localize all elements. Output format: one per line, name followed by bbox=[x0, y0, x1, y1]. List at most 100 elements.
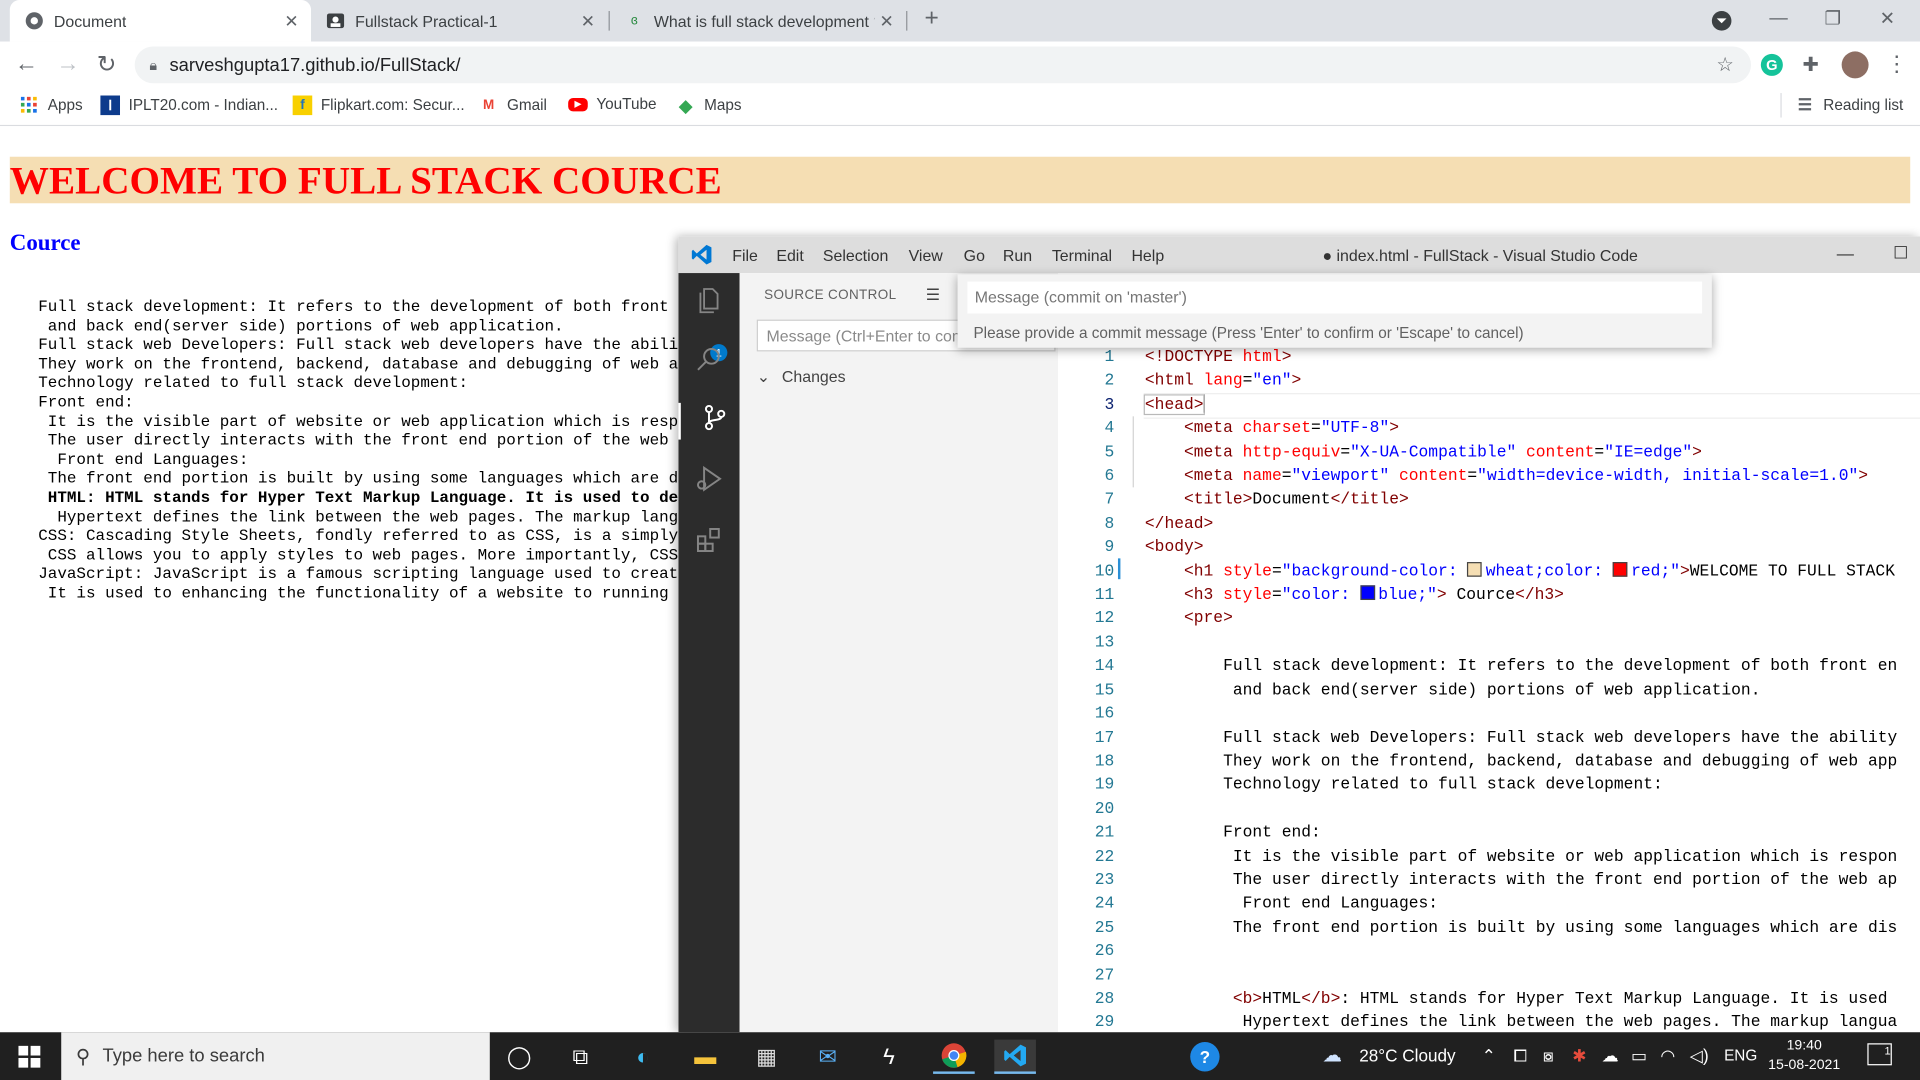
cortana-icon[interactable]: ◯ bbox=[502, 1040, 536, 1074]
clock-time: 19:40 bbox=[1786, 1038, 1822, 1054]
close-tab-icon[interactable]: ✕ bbox=[284, 11, 298, 32]
commit-quick-input-field[interactable]: Message (commit on 'master') bbox=[967, 281, 1703, 314]
reading-list-button[interactable]: ☰ Reading list bbox=[1795, 96, 1903, 116]
modified-line-marker bbox=[1117, 558, 1121, 580]
code-token: <title> bbox=[1183, 490, 1253, 509]
text-line: It is used to enhancing the functionalit… bbox=[0, 583, 669, 603]
bookmark-maps[interactable]: ◆ Maps bbox=[676, 95, 741, 116]
code-token: = bbox=[1271, 585, 1282, 604]
code-token: Hypertext defines the link between the w… bbox=[1223, 1013, 1898, 1032]
line-number: 25 bbox=[1094, 918, 1115, 937]
bookmark-apps[interactable]: Apps bbox=[20, 96, 83, 116]
code-token: > bbox=[1858, 466, 1869, 485]
profile-avatar[interactable] bbox=[1841, 51, 1869, 79]
extensions-puzzle-icon[interactable]: ✚ bbox=[1802, 53, 1818, 77]
line-number: 19 bbox=[1094, 775, 1115, 794]
menu-run[interactable]: Run bbox=[1003, 246, 1032, 264]
maximize-icon[interactable]: ☐ bbox=[1893, 242, 1908, 263]
tray-camera-icon[interactable]: ⧇ bbox=[1543, 1046, 1554, 1067]
forward-arrow-icon[interactable]: → bbox=[56, 51, 79, 78]
notification-center-icon[interactable]: 1 bbox=[1867, 1043, 1892, 1066]
line-number: 24 bbox=[1094, 894, 1115, 913]
new-tab-button[interactable]: + bbox=[924, 5, 938, 33]
weather-text[interactable]: 28°C Cloudy bbox=[1359, 1046, 1455, 1066]
edge-browser-icon[interactable]: ◐ bbox=[626, 1040, 660, 1074]
chrome-icon[interactable] bbox=[933, 1040, 975, 1074]
tray-window-icon[interactable]: ⧠ bbox=[1513, 1046, 1527, 1067]
menu-edit[interactable]: Edit bbox=[776, 246, 803, 264]
code-editor[interactable]: 1 2 3 4 5 6 7 8 9 10 11 12 13 14 15 16 1… bbox=[1057, 273, 1920, 1033]
explorer-files-icon[interactable] bbox=[691, 285, 728, 322]
address-bar[interactable]: 🔒︎ sarveshgupta17.github.io/FullStack/ ☆ bbox=[134, 46, 1752, 84]
menu-help[interactable]: Help bbox=[1131, 246, 1164, 264]
tab-what-is-full-stack[interactable]: ɞ What is full stack development ? ✕ bbox=[610, 0, 906, 42]
file-explorer-icon[interactable]: ▬ bbox=[688, 1040, 722, 1074]
changes-group[interactable]: ⌄ Changes bbox=[757, 367, 846, 387]
text-line: HTML: HTML stands for Hyper Text Markup … bbox=[0, 488, 679, 507]
vscode-taskbar-icon[interactable] bbox=[994, 1039, 1036, 1074]
tray-app-icon[interactable]: ✱ bbox=[1572, 1046, 1586, 1067]
view-as-tree-icon[interactable]: ☰ bbox=[926, 285, 940, 305]
app-lightning-icon[interactable]: ϟ bbox=[872, 1040, 906, 1074]
restore-icon[interactable]: ❐ bbox=[1825, 7, 1841, 30]
reload-icon[interactable]: ↻ bbox=[97, 51, 116, 79]
tray-onedrive-icon[interactable]: ☁ bbox=[1602, 1046, 1619, 1067]
grammarly-icon[interactable]: G bbox=[1760, 53, 1783, 76]
tab-search-icon[interactable] bbox=[1711, 10, 1733, 37]
bookmark-gmail[interactable]: M Gmail bbox=[479, 96, 547, 116]
volume-icon[interactable]: ◁) bbox=[1690, 1046, 1709, 1067]
tab-fullstack-practical[interactable]: Fullstack Practical-1 ✕ bbox=[311, 0, 607, 42]
flipkart-icon: f bbox=[292, 95, 313, 116]
windows-start-icon[interactable] bbox=[0, 1032, 59, 1080]
code-token: They work on the frontend, backend, data… bbox=[1223, 751, 1898, 771]
bookmark-star-icon[interactable]: ☆ bbox=[1716, 53, 1734, 77]
extensions-icon[interactable] bbox=[691, 525, 728, 562]
help-icon[interactable]: ? bbox=[1190, 1042, 1220, 1072]
close-tab-icon[interactable]: ✕ bbox=[880, 11, 894, 32]
code-token: <h1 bbox=[1183, 561, 1224, 580]
code-line: <h1 style="background-color: wheat;color… bbox=[1145, 559, 1897, 583]
minimize-icon[interactable]: — bbox=[1837, 244, 1854, 264]
bookmarks-bar: Apps Ⅰ IPLT20.com - Indian... f Flipkart… bbox=[0, 88, 1920, 127]
bookmark-youtube[interactable]: ▶ YouTube bbox=[568, 96, 656, 113]
color-swatch-wheat[interactable] bbox=[1467, 561, 1483, 577]
source-control-icon[interactable] bbox=[678, 402, 739, 440]
task-view-icon[interactable]: ⧉ bbox=[563, 1040, 597, 1074]
menu-selection[interactable]: Selection bbox=[823, 246, 888, 264]
microsoft-store-icon[interactable]: ▦ bbox=[749, 1040, 783, 1074]
taskbar-search-box[interactable]: ⚲ Type here to search bbox=[61, 1032, 490, 1080]
bookmark-iplt20[interactable]: Ⅰ IPLT20.com - Indian... bbox=[100, 95, 278, 116]
wifi-icon[interactable]: ◠ bbox=[1660, 1046, 1675, 1067]
tab-document[interactable]: Document ✕ bbox=[9, 0, 312, 42]
line-number: 11 bbox=[1094, 585, 1115, 604]
taskbar-clock[interactable]: 19:40 15-08-2021 bbox=[1768, 1036, 1840, 1075]
line-number: 20 bbox=[1094, 799, 1115, 818]
color-swatch-red[interactable] bbox=[1612, 561, 1628, 577]
line-number: 27 bbox=[1094, 965, 1115, 984]
menu-go[interactable]: Go bbox=[964, 246, 985, 264]
code-token: <head> bbox=[1143, 394, 1205, 415]
back-arrow-icon[interactable]: ← bbox=[15, 51, 38, 78]
close-window-icon[interactable]: ✕ bbox=[1880, 7, 1895, 30]
search-icon[interactable] bbox=[691, 344, 728, 381]
close-tab-icon[interactable]: ✕ bbox=[581, 11, 595, 32]
mail-icon[interactable]: ✉ bbox=[811, 1040, 845, 1074]
chevron-up-icon[interactable]: ⌃ bbox=[1482, 1046, 1496, 1067]
minimize-icon[interactable]: — bbox=[1769, 7, 1787, 28]
run-debug-icon[interactable] bbox=[691, 464, 728, 501]
code-token: charset bbox=[1242, 419, 1312, 438]
color-swatch-blue[interactable] bbox=[1359, 585, 1375, 601]
menu-terminal[interactable]: Terminal bbox=[1052, 246, 1112, 264]
code-token: <b> bbox=[1223, 989, 1263, 1008]
menu-kebab-icon[interactable]: ⋮ bbox=[1886, 51, 1908, 77]
menu-file[interactable]: File bbox=[732, 246, 758, 264]
text-line: It is the visible part of website or web… bbox=[0, 412, 679, 431]
tab-title: Fullstack Practical-1 bbox=[355, 11, 498, 31]
battery-icon[interactable]: ▭ bbox=[1631, 1046, 1647, 1067]
language-indicator[interactable]: ENG bbox=[1724, 1047, 1757, 1064]
text-line: Front end Languages: bbox=[0, 450, 249, 469]
bookmark-flipkart[interactable]: f Flipkart.com: Secur... bbox=[292, 95, 465, 116]
menu-view[interactable]: View bbox=[909, 246, 943, 264]
